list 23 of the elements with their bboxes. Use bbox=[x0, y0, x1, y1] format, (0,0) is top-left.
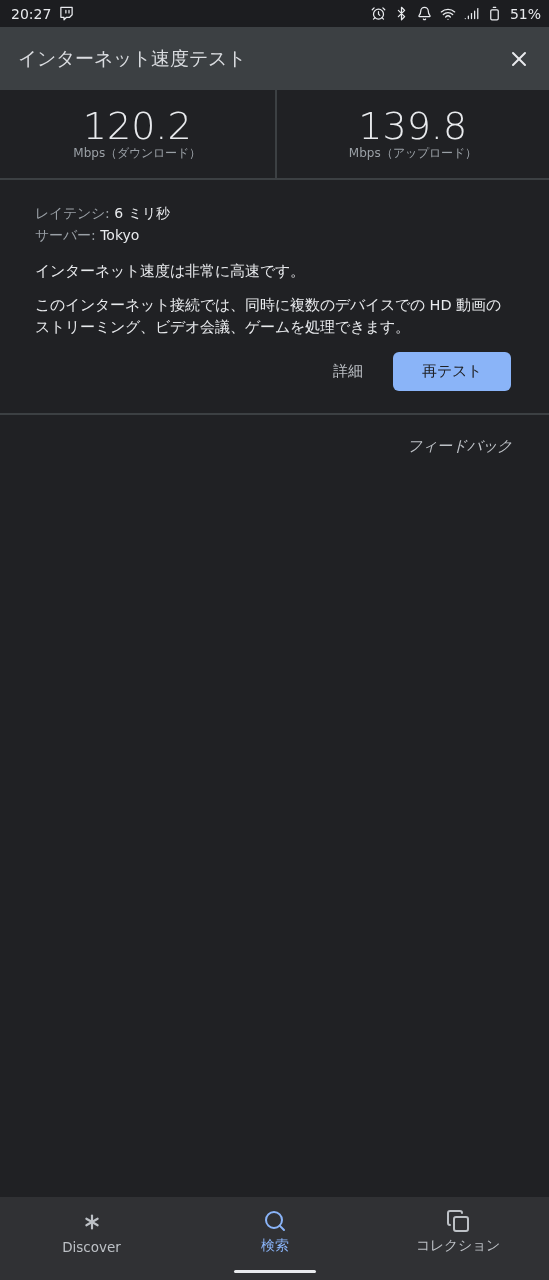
nav-tab[interactable]: 検索 bbox=[183, 1197, 366, 1280]
details-button[interactable]: 詳細 bbox=[327, 354, 369, 389]
speed-value: 120.2 bbox=[82, 106, 192, 145]
chat-bubble-icon bbox=[59, 6, 75, 21]
nav-tab[interactable]: コレクション bbox=[366, 1197, 549, 1280]
status-time: 20:27 bbox=[11, 5, 52, 22]
nav-tab[interactable]: Discover bbox=[0, 1197, 183, 1280]
battery-percent: 51% bbox=[509, 5, 541, 22]
speed-value: 139.8 bbox=[358, 106, 468, 145]
retest-button[interactable]: 再テスト bbox=[393, 352, 511, 391]
detail-value: 6 ミリ秒 bbox=[114, 205, 170, 221]
alarm-icon bbox=[370, 6, 386, 21]
signal-icon bbox=[463, 6, 479, 21]
search-icon bbox=[262, 1209, 287, 1233]
detail-label: サーバー: bbox=[35, 227, 96, 243]
feedback-link[interactable]: フィードバック bbox=[407, 437, 512, 456]
speed-unit: Mbps（アップロード） bbox=[348, 144, 477, 162]
speed-unit: Mbps（ダウンロード） bbox=[73, 144, 202, 162]
detail-label: レイテンシ: bbox=[35, 205, 110, 221]
summary-text: インターネット速度は非常に高速です。 bbox=[35, 262, 306, 281]
page-title: インターネット速度テスト bbox=[18, 45, 246, 71]
description-text: このインターネット接続では、同時に複数のデバイスでの HD 動画のストリーミング、ビデオ会議、ゲームを処理できます。 bbox=[35, 296, 503, 337]
detail-value: Tokyo bbox=[100, 227, 140, 243]
